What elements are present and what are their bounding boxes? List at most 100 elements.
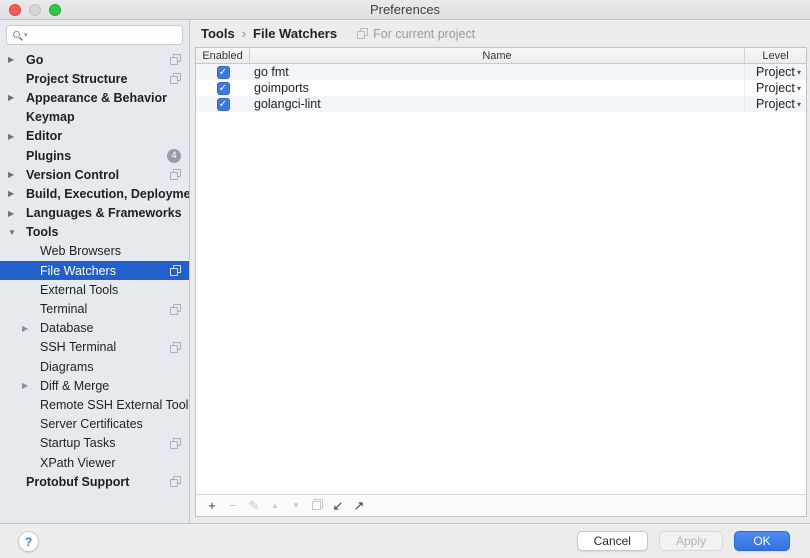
enabled-cell xyxy=(196,82,250,95)
shared-settings-icon xyxy=(170,476,181,487)
shared-settings-icon xyxy=(170,342,181,353)
sidebar-item-label: Editor xyxy=(26,129,62,143)
chevron-right-icon[interactable]: ▶ xyxy=(22,381,40,390)
sidebar-item-file-watchers[interactable]: File Watchers xyxy=(0,261,189,280)
sidebar-item-server-certificates[interactable]: Server Certificates xyxy=(0,415,189,434)
remove-icon: − xyxy=(226,496,240,516)
search-input[interactable]: ▾ xyxy=(6,25,183,45)
level-value: Project xyxy=(756,65,795,79)
sidebar-item-label: Keymap xyxy=(26,110,75,124)
shared-settings-icon xyxy=(357,28,368,39)
main-panel: Tools › File Watchers For current projec… xyxy=(190,20,810,523)
sidebar-item-remote-ssh-external-tools[interactable]: Remote SSH External Tools xyxy=(0,395,189,414)
column-header-name[interactable]: Name xyxy=(250,48,744,63)
breadcrumb-file-watchers: File Watchers xyxy=(253,26,337,41)
chevron-right-icon[interactable]: ▶ xyxy=(8,93,26,102)
sidebar-item-languages-frameworks[interactable]: ▶Languages & Frameworks xyxy=(0,204,189,223)
add-icon[interactable]: + xyxy=(205,496,219,516)
enabled-checkbox[interactable] xyxy=(217,98,230,111)
sidebar-item-label: Build, Execution, Deployment xyxy=(26,187,190,201)
sidebar-item-go[interactable]: ▶Go xyxy=(0,50,189,69)
sidebar-item-tools[interactable]: ▼Tools xyxy=(0,223,189,242)
sidebar-item-label: SSH Terminal xyxy=(40,340,116,354)
edit-icon: ✎ xyxy=(247,496,261,516)
chevron-right-icon[interactable]: ▶ xyxy=(8,170,26,179)
level-dropdown[interactable]: Project▾ xyxy=(744,81,806,95)
settings-tree: ▶GoProject Structure▶Appearance & Behavi… xyxy=(0,45,189,491)
chevron-right-icon[interactable]: ▶ xyxy=(8,132,26,141)
breadcrumb-separator-icon: › xyxy=(242,26,246,41)
sidebar-item-indicator xyxy=(170,342,181,353)
search-icon xyxy=(12,30,23,41)
sidebar-item-terminal[interactable]: Terminal xyxy=(0,299,189,318)
sidebar-item-label: Database xyxy=(40,321,94,335)
sidebar-item-external-tools[interactable]: External Tools xyxy=(0,280,189,299)
chevron-down-icon: ▾ xyxy=(797,68,801,77)
chevron-right-icon[interactable]: ▶ xyxy=(8,189,26,198)
titlebar: Preferences xyxy=(0,0,810,20)
help-button[interactable]: ? xyxy=(18,531,39,552)
sidebar-item-diagrams[interactable]: Diagrams xyxy=(0,357,189,376)
sidebar-item-indicator xyxy=(170,169,181,180)
sidebar-item-label: Appearance & Behavior xyxy=(26,91,167,105)
chevron-right-icon[interactable]: ▶ xyxy=(8,55,26,64)
sidebar-item-web-browsers[interactable]: Web Browsers xyxy=(0,242,189,261)
table-row-golangci-lint[interactable]: golangci-lintProject▾ xyxy=(196,96,806,112)
sidebar-item-diff-merge[interactable]: ▶Diff & Merge xyxy=(0,376,189,395)
shared-settings-icon xyxy=(170,54,181,65)
duplicate-icon xyxy=(310,496,324,516)
column-header-level[interactable]: Level xyxy=(744,48,806,63)
sidebar-item-startup-tasks[interactable]: Startup Tasks xyxy=(0,434,189,453)
column-header-enabled[interactable]: Enabled xyxy=(196,48,250,63)
sidebar-item-database[interactable]: ▶Database xyxy=(0,319,189,338)
move-up-icon: ▲ xyxy=(268,496,282,516)
shared-settings-icon xyxy=(170,73,181,84)
move-down-icon: ▼ xyxy=(289,496,303,516)
shared-settings-icon xyxy=(170,265,181,276)
chevron-down-icon: ▾ xyxy=(797,84,801,93)
chevron-down-icon[interactable]: ▼ xyxy=(8,228,26,237)
level-value: Project xyxy=(756,81,795,95)
sidebar-item-xpath-viewer[interactable]: XPath Viewer xyxy=(0,453,189,472)
breadcrumb-tools[interactable]: Tools xyxy=(201,26,235,41)
footer-bar: ? Cancel Apply OK xyxy=(0,523,810,558)
window-title: Preferences xyxy=(0,2,810,17)
level-value: Project xyxy=(756,97,795,111)
sidebar-item-ssh-terminal[interactable]: SSH Terminal xyxy=(0,338,189,357)
ok-button[interactable]: OK xyxy=(734,531,790,551)
table-row-go-fmt[interactable]: go fmtProject▾ xyxy=(196,64,806,80)
search-options-caret-icon[interactable]: ▾ xyxy=(24,32,28,39)
sidebar-item-indicator: 4 xyxy=(167,149,181,163)
sidebar-item-version-control[interactable]: ▶Version Control xyxy=(0,165,189,184)
content-area: ▾ ▶GoProject Structure▶Appearance & Beha… xyxy=(0,20,810,523)
cancel-button[interactable]: Cancel xyxy=(577,531,648,551)
sidebar-item-label: File Watchers xyxy=(40,264,116,278)
shared-settings-icon xyxy=(170,304,181,315)
sidebar-item-protobuf-support[interactable]: Protobuf Support xyxy=(0,472,189,491)
chevron-right-icon[interactable]: ▶ xyxy=(22,324,40,333)
chevron-down-icon: ▾ xyxy=(797,100,801,109)
sidebar-item-plugins[interactable]: Plugins4 xyxy=(0,146,189,165)
sidebar-item-indicator xyxy=(170,438,181,449)
sidebar-item-build-execution-deployment[interactable]: ▶Build, Execution, Deployment xyxy=(0,184,189,203)
export-icon[interactable]: ↗ xyxy=(352,496,366,516)
sidebar-item-label: Languages & Frameworks xyxy=(26,206,182,220)
enabled-cell xyxy=(196,66,250,79)
sidebar-item-indicator xyxy=(170,54,181,65)
sidebar-item-label: Diff & Merge xyxy=(40,379,109,393)
breadcrumb: Tools › File Watchers For current projec… xyxy=(190,20,810,47)
sidebar-item-appearance-behavior[interactable]: ▶Appearance & Behavior xyxy=(0,88,189,107)
enabled-checkbox[interactable] xyxy=(217,66,230,79)
enabled-checkbox[interactable] xyxy=(217,82,230,95)
chevron-right-icon[interactable]: ▶ xyxy=(8,209,26,218)
import-icon[interactable]: ↙ xyxy=(331,496,345,516)
table-row-goimports[interactable]: goimportsProject▾ xyxy=(196,80,806,96)
sidebar-item-label: Web Browsers xyxy=(40,244,121,258)
apply-button[interactable]: Apply xyxy=(659,531,723,551)
sidebar-item-project-structure[interactable]: Project Structure xyxy=(0,69,189,88)
sidebar-item-keymap[interactable]: Keymap xyxy=(0,108,189,127)
level-dropdown[interactable]: Project▾ xyxy=(744,65,806,79)
level-dropdown[interactable]: Project▾ xyxy=(744,97,806,111)
watcher-name-cell: golangci-lint xyxy=(250,97,744,111)
sidebar-item-editor[interactable]: ▶Editor xyxy=(0,127,189,146)
